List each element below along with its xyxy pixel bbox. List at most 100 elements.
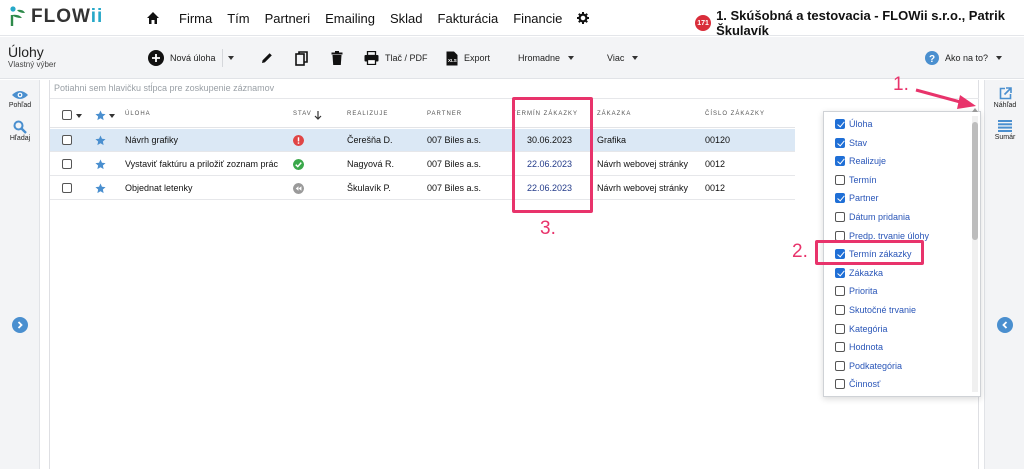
- assignee: Škulavík P.: [347, 183, 391, 193]
- flowii-logo[interactable]: FLOWii: [9, 6, 103, 28]
- new-task-dropdown[interactable]: [226, 37, 234, 79]
- edit-button[interactable]: [260, 37, 280, 79]
- column-option-cinnost[interactable]: Činnosť: [835, 377, 880, 391]
- collapse-right-button[interactable]: [997, 317, 1013, 333]
- select-all-checkbox[interactable]: [62, 110, 72, 120]
- option-label: Zákazka: [849, 267, 884, 278]
- column-header-task[interactable]: Úloha: [125, 111, 151, 117]
- export-button[interactable]: XLS Export: [446, 37, 490, 79]
- column-option-uloha[interactable]: Úloha: [835, 117, 873, 131]
- option-label: Hodnota: [849, 342, 884, 353]
- star-icon[interactable]: [95, 110, 106, 121]
- option-label: Kategória: [849, 323, 888, 334]
- column-option-termin[interactable]: Termín: [835, 173, 877, 187]
- notification-badge[interactable]: 171: [695, 15, 712, 31]
- pencil-icon: [262, 53, 272, 63]
- nav-item-sklad[interactable]: Sklad: [390, 11, 423, 26]
- column-option-datum-pridania[interactable]: Dátum pridania: [835, 210, 910, 224]
- termin-zakazky-highlight: [815, 240, 924, 265]
- page-subtitle[interactable]: Vlastný výber: [8, 60, 56, 69]
- option-label: Dátum pridania: [849, 212, 911, 222]
- column-header-state[interactable]: Stav: [293, 111, 312, 117]
- column-option-zakazka[interactable]: Zákazka: [835, 266, 883, 280]
- annotation-arrow-icon: [915, 88, 976, 109]
- column-header-order-number[interactable]: Číslo zákazky: [705, 111, 765, 117]
- preview-button[interactable]: Náhľad: [985, 87, 1024, 109]
- column-option-podkategoria[interactable]: Podkategória: [835, 359, 902, 373]
- column-option-partner[interactable]: Partner: [835, 191, 879, 205]
- help-dropdown[interactable]: ? Ako na to?: [925, 37, 1003, 79]
- column-header-order[interactable]: Zákazka: [597, 111, 631, 117]
- view-label: Pohľad: [8, 102, 32, 109]
- group-by-hint[interactable]: Potiahni sem hlavičku stĺpca pre zoskupe…: [54, 83, 274, 93]
- home-icon[interactable]: [146, 11, 160, 25]
- assignee: Nagyová R.: [347, 159, 395, 169]
- nav-item-financie[interactable]: Financie: [513, 11, 562, 26]
- print-pdf-button[interactable]: Tlač / PDF: [364, 37, 428, 79]
- chevron-down-icon[interactable]: [76, 114, 82, 118]
- order-number: 00120: [705, 135, 731, 145]
- option-checkbox[interactable]: [835, 137, 845, 148]
- print-label: Tlač / PDF: [385, 53, 428, 63]
- view-button[interactable]: Pohľad: [0, 90, 40, 109]
- star-icon[interactable]: [95, 183, 106, 194]
- dropdown-scrollbar-thumb[interactable]: [972, 122, 978, 240]
- company-switcher[interactable]: 171 1. Skúšobná a testovacia - FLOWii s.…: [695, 8, 1024, 38]
- task-name[interactable]: Návrh grafiky: [125, 135, 178, 145]
- nav-item-partneri[interactable]: Partneri: [265, 11, 311, 26]
- export-label: Export: [464, 53, 491, 63]
- column-option-kategoria[interactable]: Kategória: [835, 322, 888, 336]
- option-checkbox[interactable]: [835, 267, 845, 278]
- option-label: Termín: [849, 174, 877, 185]
- option-checkbox[interactable]: [835, 212, 845, 222]
- external-link-icon: [999, 87, 1012, 100]
- nav-item-tim[interactable]: Tím: [227, 11, 249, 26]
- column-header-assignee[interactable]: Realizuje: [347, 111, 388, 117]
- option-checkbox[interactable]: [835, 286, 845, 297]
- nav-item-fakturacia[interactable]: Fakturácia: [438, 11, 499, 26]
- nav-item-firma[interactable]: Firma: [179, 11, 212, 26]
- option-checkbox[interactable]: [835, 174, 845, 185]
- table-row[interactable]: Objednat letenky Škulavík P. 007 Biles a…: [50, 177, 795, 200]
- row-checkbox[interactable]: [62, 183, 72, 193]
- bulk-actions-dropdown[interactable]: Hromadne: [518, 37, 575, 79]
- table-row[interactable]: Vystaviť faktúru a priložiť zoznam prác …: [50, 153, 795, 176]
- summary-button[interactable]: Sumár: [985, 120, 1024, 141]
- option-checkbox[interactable]: [835, 360, 845, 371]
- new-task-button[interactable]: Nová úloha: [148, 37, 216, 79]
- flowii-logo-icon: [10, 6, 25, 26]
- company-name[interactable]: 1. Skúšobná a testovacia - FLOWii s.r.o.…: [716, 8, 1024, 38]
- option-label: Činnosť: [849, 379, 881, 390]
- expand-left-button[interactable]: [12, 317, 28, 333]
- toolbar: Úlohy Vlastný výber Nová úloha Tlač / PD…: [0, 37, 1024, 79]
- copy-icon: [295, 50, 308, 66]
- chevron-down-icon[interactable]: [109, 114, 115, 118]
- option-checkbox[interactable]: [835, 193, 845, 204]
- option-checkbox[interactable]: [835, 379, 845, 390]
- star-icon[interactable]: [95, 135, 106, 146]
- option-checkbox[interactable]: [835, 323, 845, 334]
- column-header-partner[interactable]: Partner: [427, 111, 462, 117]
- column-option-realizuje[interactable]: Realizuje: [835, 154, 886, 168]
- task-name[interactable]: Objednat letenky: [125, 183, 193, 193]
- search-button[interactable]: Hľadaj: [0, 120, 40, 142]
- gear-icon[interactable]: [577, 12, 590, 24]
- row-checkbox[interactable]: [62, 159, 72, 169]
- sort-down-arrow-icon: [314, 111, 322, 120]
- copy-button[interactable]: [295, 37, 314, 79]
- option-checkbox[interactable]: [835, 305, 845, 315]
- column-option-hodnota[interactable]: Hodnota: [835, 340, 883, 354]
- more-dropdown[interactable]: Viac: [607, 37, 639, 79]
- delete-button[interactable]: [331, 37, 349, 79]
- nav-item-emailing[interactable]: Emailing: [325, 11, 375, 26]
- star-icon[interactable]: [95, 159, 106, 170]
- row-checkbox[interactable]: [62, 135, 72, 145]
- column-option-priorita[interactable]: Priorita: [835, 284, 878, 298]
- table-row[interactable]: Návrh grafiky Čerešňa D. 007 Biles a.s. …: [50, 129, 795, 152]
- column-option-stav[interactable]: Stav: [835, 136, 867, 150]
- option-checkbox[interactable]: [835, 342, 845, 353]
- option-checkbox[interactable]: [835, 156, 845, 167]
- option-checkbox[interactable]: [835, 119, 845, 129]
- column-option-skutocne-trvanie[interactable]: Skutočné trvanie: [835, 303, 916, 317]
- task-name[interactable]: Vystaviť faktúru a priložiť zoznam prác: [125, 159, 278, 169]
